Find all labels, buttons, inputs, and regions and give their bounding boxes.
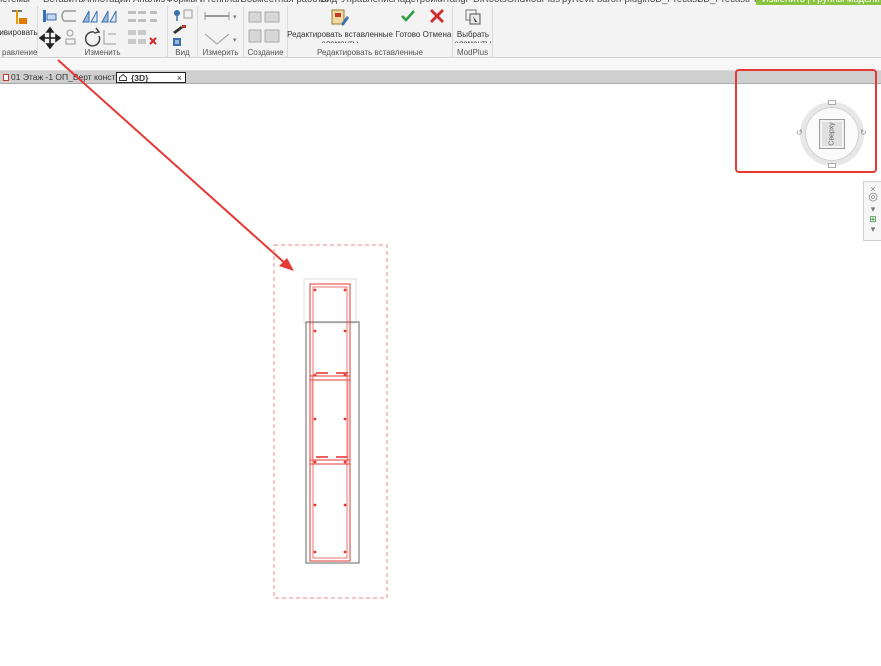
compass-north-notch[interactable]	[828, 100, 836, 105]
rotate-right-icon[interactable]: ↻	[860, 128, 867, 137]
zoom-dropdown-icon[interactable]: ▾	[867, 224, 879, 234]
rotate-left-icon[interactable]: ↺	[796, 128, 803, 137]
upper-light-outline	[303, 278, 357, 324]
column-outline[interactable]	[305, 321, 360, 564]
annotation-arrow	[57, 59, 294, 271]
viewcube[interactable]: ↺ ↻ Сверху	[796, 98, 868, 170]
zoom-region-icon[interactable]: ⊞	[867, 214, 879, 224]
steering-wheel-icon[interactable]: ◎	[867, 192, 879, 203]
rebar-cage[interactable]	[309, 283, 351, 562]
viewcube-face-label: Сверху	[828, 122, 836, 146]
navigation-bar: × ◎ ▾ ⊞ ▾	[863, 181, 881, 241]
wheel-dropdown-icon[interactable]: ▾	[867, 204, 879, 214]
viewcube-top-face[interactable]: Сверху	[819, 119, 845, 149]
rebar-bar-dots	[313, 288, 347, 554]
compass-south-notch[interactable]	[828, 163, 836, 168]
group-bounding-box	[273, 244, 388, 599]
